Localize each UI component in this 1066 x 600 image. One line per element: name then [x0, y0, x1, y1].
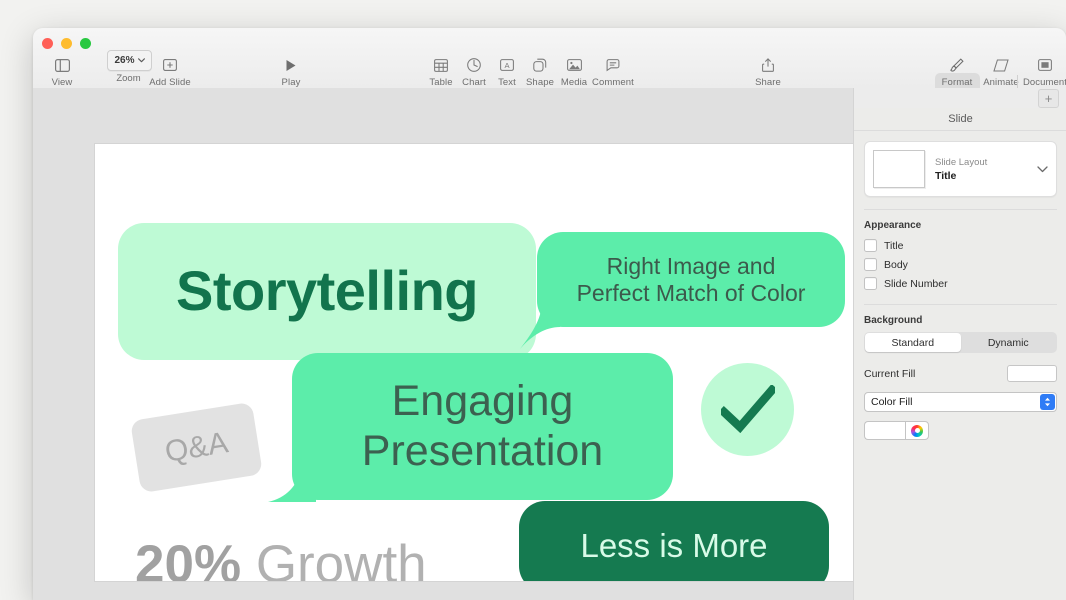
qa-label: Q&A: [162, 425, 231, 469]
sidebar-icon: [54, 54, 70, 76]
bubble-storytelling[interactable]: Storytelling: [118, 223, 536, 360]
slide-layout-card[interactable]: Slide Layout Title: [864, 141, 1057, 197]
toolbar: View 26% Zoom Add Slide Play Table Chart…: [33, 28, 1066, 93]
appearance-option-slide-number[interactable]: Slide Number: [864, 275, 1057, 292]
svg-text:A: A: [504, 61, 510, 70]
bubble-text-storytelling: Storytelling: [175, 259, 479, 323]
share-icon: [762, 54, 774, 76]
fill-type-value: Color Fill: [871, 396, 913, 408]
media-icon: [566, 54, 582, 76]
appearance-heading: Appearance: [864, 220, 922, 231]
current-fill-label: Current Fill: [864, 367, 916, 380]
view-label: View: [51, 77, 73, 88]
checkbox[interactable]: [864, 277, 877, 290]
share-label: Share: [755, 77, 781, 88]
growth-value: 20%: [135, 535, 242, 581]
keynote-window: View 26% Zoom Add Slide Play Table Chart…: [33, 28, 1066, 600]
appearance-option-label: Title: [884, 239, 904, 252]
animate-label: Animate: [983, 77, 1019, 88]
format-brush-icon: [950, 54, 964, 76]
format-label: Format: [941, 77, 973, 88]
checkmark-badge[interactable]: [701, 363, 794, 456]
inspector-content: Slide Layout Title Appearance Title Body…: [854, 141, 1066, 440]
checkmark-icon: [721, 385, 775, 433]
bubble-text-right-image: Right Image and Perfect Match of Color: [537, 232, 845, 327]
appearance-option-label: Body: [884, 258, 908, 271]
stepper-arrows-icon[interactable]: [1040, 394, 1055, 410]
comment-button[interactable]: Comment: [584, 54, 642, 88]
checkbox[interactable]: [864, 258, 877, 271]
app-root: View 26% Zoom Add Slide Play Table Chart…: [0, 0, 1066, 600]
color-wheel-button[interactable]: [905, 421, 929, 440]
animate-icon: [993, 54, 1009, 76]
slide-layout-text: Slide Layout Title: [935, 156, 1037, 183]
document-button[interactable]: Document: [1016, 54, 1066, 88]
format-inspector: Slide Slide Layout Title Appearance Titl…: [854, 108, 1066, 600]
slide-layout-thumbnail: [873, 150, 925, 188]
traffic-lights: [42, 38, 91, 49]
add-slide-icon: [163, 54, 177, 76]
slide-navigator-bar: +: [854, 88, 1066, 109]
bubble-less-is-more[interactable]: Less is More: [519, 501, 829, 581]
fill-type-select[interactable]: Color Fill: [864, 392, 1057, 412]
play-button[interactable]: Play: [262, 54, 320, 88]
divider: [864, 209, 1057, 210]
growth-word: Growth: [255, 535, 427, 581]
checkbox[interactable]: [864, 239, 877, 252]
maximize-button[interactable]: [80, 38, 91, 49]
slide-layout-value: Title: [935, 169, 957, 182]
document-label: Document: [1022, 77, 1066, 88]
appearance-option-label: Slide Number: [884, 277, 948, 290]
fill-color-row[interactable]: [864, 421, 1057, 440]
current-fill-swatch[interactable]: [1007, 365, 1057, 382]
view-button[interactable]: View: [33, 54, 91, 88]
bubble-text-less-is-more: Less is More: [580, 527, 768, 565]
bubble-engaging-presentation[interactable]: Engaging Presentation: [292, 353, 673, 500]
segment-dynamic[interactable]: Dynamic: [961, 333, 1057, 352]
divider: [864, 304, 1057, 305]
right-image-line-2: Perfect Match of Color: [576, 279, 806, 306]
document-icon: [1038, 54, 1052, 76]
canvas-area[interactable]: Storytelling Right Image and Perfect Mat…: [33, 88, 868, 600]
right-panel: + Slide Slide Layout Title Appearance Ti…: [853, 88, 1066, 600]
color-wheel-icon: [911, 424, 923, 437]
chevron-down-icon[interactable]: [1037, 165, 1048, 173]
add-slide-label: Add Slide: [149, 77, 191, 88]
inspector-title: Slide: [854, 108, 1066, 131]
engaging-line-2: Presentation: [361, 426, 604, 475]
current-fill-row: Current Fill: [864, 365, 1057, 382]
engaging-line-1: Engaging: [391, 376, 574, 425]
growth-stat[interactable]: 20% Growth: [135, 534, 427, 581]
bubble-text-engaging: Engaging Presentation: [292, 353, 673, 500]
play-label: Play: [281, 77, 301, 88]
add-slide-plus-button[interactable]: +: [1038, 89, 1059, 108]
add-slide-button[interactable]: Add Slide: [133, 54, 207, 88]
background-heading: Background: [864, 315, 923, 326]
fill-color-swatch[interactable]: [864, 421, 905, 440]
slide-canvas[interactable]: Storytelling Right Image and Perfect Mat…: [95, 144, 868, 581]
comment-label: Comment: [592, 77, 634, 88]
share-button[interactable]: Share: [739, 54, 797, 88]
comment-icon: [606, 54, 620, 76]
appearance-option-body[interactable]: Body: [864, 256, 1057, 273]
segment-standard[interactable]: Standard: [865, 333, 961, 352]
zoom-value: 26%: [114, 55, 135, 66]
right-image-line-1: Right Image and: [606, 252, 776, 279]
growth-word-spacer: [241, 535, 256, 581]
background-mode-segmented-control[interactable]: Standard Dynamic: [864, 332, 1057, 353]
slide-layout-label: Slide Layout: [935, 156, 988, 168]
minimize-button[interactable]: [61, 38, 72, 49]
qa-card[interactable]: Q&A: [130, 401, 263, 494]
play-icon: [285, 54, 297, 76]
close-button[interactable]: [42, 38, 53, 49]
appearance-option-title[interactable]: Title: [864, 237, 1057, 254]
bubble-right-image[interactable]: Right Image and Perfect Match of Color: [537, 232, 845, 327]
